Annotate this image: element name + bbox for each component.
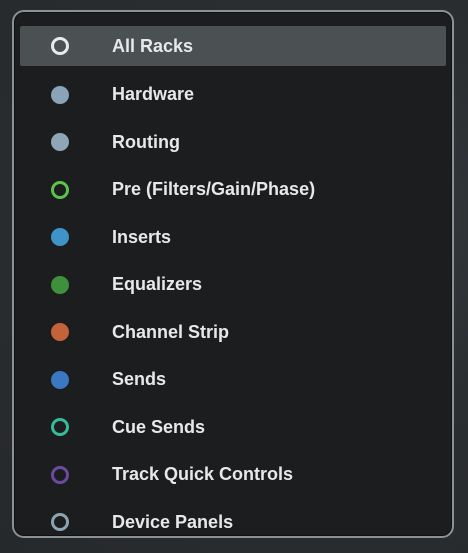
menu-item-hardware[interactable]: Hardware — [20, 71, 446, 119]
menu-item-label: Equalizers — [112, 274, 203, 295]
circle-outline-icon — [51, 465, 69, 484]
menu-item-label: Device Panels — [112, 511, 234, 532]
circle-filled-icon — [51, 228, 69, 247]
menu-item-label: Channel Strip — [112, 321, 230, 342]
circle-outline-icon — [51, 513, 69, 532]
menu-item-label: Track Quick Controls — [112, 464, 294, 485]
menu-item-label: Hardware — [112, 84, 195, 105]
menu-item-sends[interactable]: Sends — [20, 356, 446, 404]
menu-item-label: Pre (Filters/Gain/Phase) — [112, 179, 316, 200]
menu-item-all-racks[interactable]: All Racks — [20, 26, 446, 66]
circle-outline-icon — [51, 180, 69, 199]
menu-item-label: Routing — [112, 131, 180, 152]
menu-item-cue-sends[interactable]: Cue Sends — [20, 404, 446, 452]
menu-item-equalizers[interactable]: Equalizers — [20, 261, 446, 309]
menu-item-label: Inserts — [112, 226, 172, 247]
rack-selector-menu: All Racks Hardware Routing Pre (Filters/… — [12, 10, 454, 538]
menu-item-track-quick-controls[interactable]: Track Quick Controls — [20, 451, 446, 499]
menu-item-channel-strip[interactable]: Channel Strip — [20, 309, 446, 357]
circle-filled-icon — [51, 85, 69, 104]
circle-filled-icon — [51, 133, 69, 152]
circle-outline-icon — [51, 418, 69, 437]
menu-item-label: All Racks — [112, 35, 194, 56]
menu-item-routing[interactable]: Routing — [20, 119, 446, 167]
circle-outline-icon — [51, 37, 69, 55]
circle-filled-icon — [51, 370, 69, 389]
circle-filled-icon — [51, 275, 69, 294]
menu-item-inserts[interactable]: Inserts — [20, 214, 446, 262]
menu-item-label: Cue Sends — [112, 416, 206, 437]
menu-item-device-panels[interactable]: Device Panels — [20, 499, 446, 547]
circle-filled-icon — [51, 323, 69, 342]
menu-item-pre[interactable]: Pre (Filters/Gain/Phase) — [20, 166, 446, 214]
menu-item-label: Sends — [112, 369, 167, 390]
